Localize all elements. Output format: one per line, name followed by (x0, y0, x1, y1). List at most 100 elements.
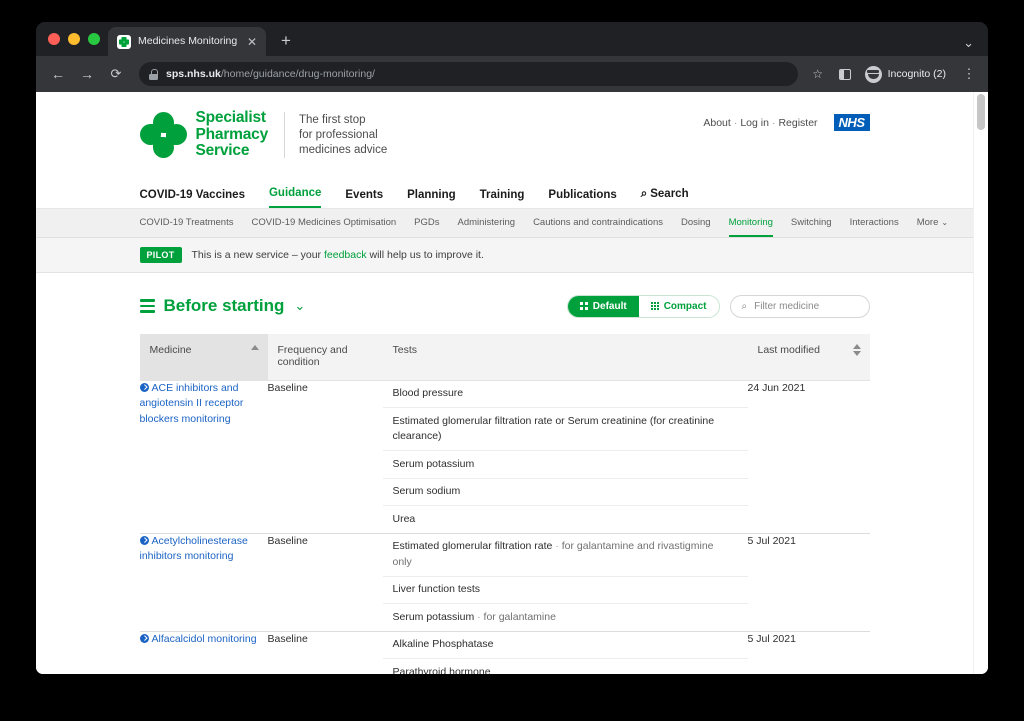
table-header-row: Medicine Frequency and condition Tests L… (139, 333, 870, 381)
subnav-covid-19-medicines-optimisation[interactable]: COVID-19 Medicines Optimisation (251, 209, 396, 237)
test-name: Serum potassium (392, 457, 475, 470)
cell-frequency: Baseline (267, 631, 383, 674)
browser-tab[interactable]: Medicines Monitoring – SPS - … ✕ (108, 27, 266, 56)
medicine-link[interactable]: Alfacalcidol monitoring (139, 632, 257, 645)
medicine-link[interactable]: ACE inhibitors and angiotensin II recept… (139, 382, 243, 425)
page-viewport: Specialist Pharmacy Service The first st… (36, 92, 988, 674)
tab-strip: Medicines Monitoring – SPS - … ✕ + ⌄ (36, 22, 988, 56)
view-default-label: Default (592, 300, 627, 312)
test-item: Estimated glomerular filtration ratefor … (382, 534, 748, 577)
address-bar[interactable]: sps.nhs.uk/home/guidance/drug-monitoring… (139, 62, 798, 86)
brand-divider (284, 112, 286, 158)
nav-publications[interactable]: Publications (548, 189, 616, 208)
test-name: Serum potassium (392, 610, 475, 623)
incognito-label: Incognito (2) (887, 68, 946, 80)
bookmark-star-icon[interactable]: ☆ (807, 63, 829, 85)
cell-medicine: Alfacalcidol monitoring (139, 631, 268, 674)
primary-nav: COVID-19 Vaccines Guidance Events Planni… (140, 180, 870, 208)
search-icon: ⌕ (640, 187, 648, 200)
column-header-tests[interactable]: Tests (382, 333, 748, 381)
test-item: Serum potassium (382, 451, 748, 479)
feedback-link[interactable]: feedback (324, 249, 367, 261)
browser-menu-icon[interactable]: ⋮ (960, 66, 978, 82)
new-tab-button[interactable]: + (272, 27, 300, 55)
header-utility-area: About · Log in · Register NHS (703, 110, 870, 131)
secondary-nav-band: COVID-19 Treatments COVID-19 Medicines O… (36, 207, 973, 238)
minimize-window-button[interactable] (68, 33, 80, 45)
test-name: Alkaline Phosphatase (392, 638, 494, 650)
subnav-covid-19-treatments[interactable]: COVID-19 Treatments (140, 209, 234, 237)
filter-medicine-input[interactable] (754, 300, 858, 312)
secondary-nav: COVID-19 Treatments COVID-19 Medicines O… (140, 209, 949, 237)
nav-training[interactable]: Training (480, 189, 525, 208)
reload-button[interactable]: ⟳ (104, 62, 128, 86)
chevron-down-icon[interactable]: ⌄ (294, 298, 305, 314)
subnav-more[interactable]: More ⌄ (917, 209, 948, 237)
nav-covid-19-vaccines[interactable]: COVID-19 Vaccines (140, 189, 245, 208)
pilot-text-after: will help us to improve it. (366, 248, 484, 261)
search-icon: ⌕ (741, 300, 748, 312)
chevron-right-circle-icon (139, 535, 149, 545)
test-item: Parathyroid hormone (383, 659, 748, 675)
cell-frequency: Baseline (267, 533, 383, 632)
page-content: Specialist Pharmacy Service The first st… (36, 92, 973, 674)
login-link[interactable]: Log in (740, 117, 769, 129)
column-header-medicine[interactable]: Medicine (139, 333, 268, 381)
subnav-administering[interactable]: Administering (458, 209, 516, 237)
column-header-frequency[interactable]: Frequency and condition (267, 333, 383, 381)
nav-events[interactable]: Events (345, 189, 383, 208)
cell-last-modified: 24 Jun 2021 (747, 380, 870, 534)
subnav-more-label: More (916, 217, 939, 228)
close-tab-icon[interactable]: ✕ (245, 36, 259, 48)
tagline-line-3: medicines advice (299, 144, 388, 157)
about-link[interactable]: About (703, 117, 730, 129)
test-name: Serum sodium (392, 485, 461, 497)
subnav-dosing[interactable]: Dosing (681, 209, 711, 237)
column-header-last-modified[interactable]: Last modified (747, 333, 870, 381)
subnav-interactions[interactable]: Interactions (850, 209, 899, 237)
column-header-last-modified-label: Last modified (757, 343, 820, 356)
cell-last-modified: 5 Jul 2021 (747, 533, 870, 632)
view-controls: Default Compact ⌕ (567, 294, 870, 318)
view-default-button[interactable]: Default (568, 295, 639, 317)
subnav-pgds[interactable]: PGDs (414, 209, 439, 237)
hamburger-menu-icon[interactable] (139, 299, 155, 313)
page-scrollbar[interactable] (973, 92, 988, 674)
column-header-medicine-label: Medicine (149, 343, 192, 356)
close-window-button[interactable] (48, 33, 60, 45)
nav-search[interactable]: ⌕ Search (641, 188, 689, 208)
medicine-link[interactable]: Acetylcholinesterase inhibitors monitori… (139, 534, 248, 563)
test-item: Liver function tests (382, 577, 748, 604)
register-link[interactable]: Register (778, 117, 817, 129)
test-item: Estimated glomerular filtration rate or … (382, 408, 748, 451)
pilot-text-before: This is a new service – your (191, 248, 324, 261)
page-title: Before starting (163, 296, 285, 315)
filter-medicine-box[interactable]: ⌕ (729, 294, 870, 318)
sort-both-icon (852, 343, 861, 356)
test-item: Blood pressure (382, 381, 748, 408)
incognito-profile-chip[interactable]: Incognito (2) (861, 62, 955, 86)
window-traffic-lights (46, 22, 108, 56)
view-compact-button[interactable]: Compact (638, 295, 719, 317)
medicine-link-label: Acetylcholinesterase inhibitors monitori… (139, 534, 248, 563)
test-name: Liver function tests (392, 583, 481, 595)
section-title-group[interactable]: Before starting ⌄ (139, 296, 305, 316)
table-body: ACE inhibitors and angiotensin II recept… (139, 380, 870, 675)
subnav-switching[interactable]: Switching (791, 209, 832, 237)
site-logo[interactable]: Specialist Pharmacy Service The first st… (139, 109, 388, 160)
nav-planning[interactable]: Planning (407, 189, 456, 208)
nav-guidance[interactable]: Guidance (268, 187, 322, 208)
test-name: Urea (392, 512, 416, 525)
side-panel-icon[interactable] (834, 63, 856, 85)
forward-button[interactable]: → (75, 62, 99, 86)
site-header: Specialist Pharmacy Service The first st… (36, 92, 973, 208)
subnav-monitoring[interactable]: Monitoring (729, 209, 773, 237)
site-header-top: Specialist Pharmacy Service The first st… (139, 109, 870, 160)
brand-name: Specialist Pharmacy Service (195, 109, 269, 159)
back-button[interactable]: ← (46, 62, 70, 86)
tab-search-chevron-down-icon[interactable]: ⌄ (963, 35, 974, 51)
maximize-window-button[interactable] (88, 33, 100, 45)
subnav-cautions-and-contraindications[interactable]: Cautions and contraindications (533, 209, 663, 237)
scrollbar-thumb[interactable] (977, 94, 985, 130)
medicine-link-label: Alfacalcidol monitoring (151, 632, 257, 645)
